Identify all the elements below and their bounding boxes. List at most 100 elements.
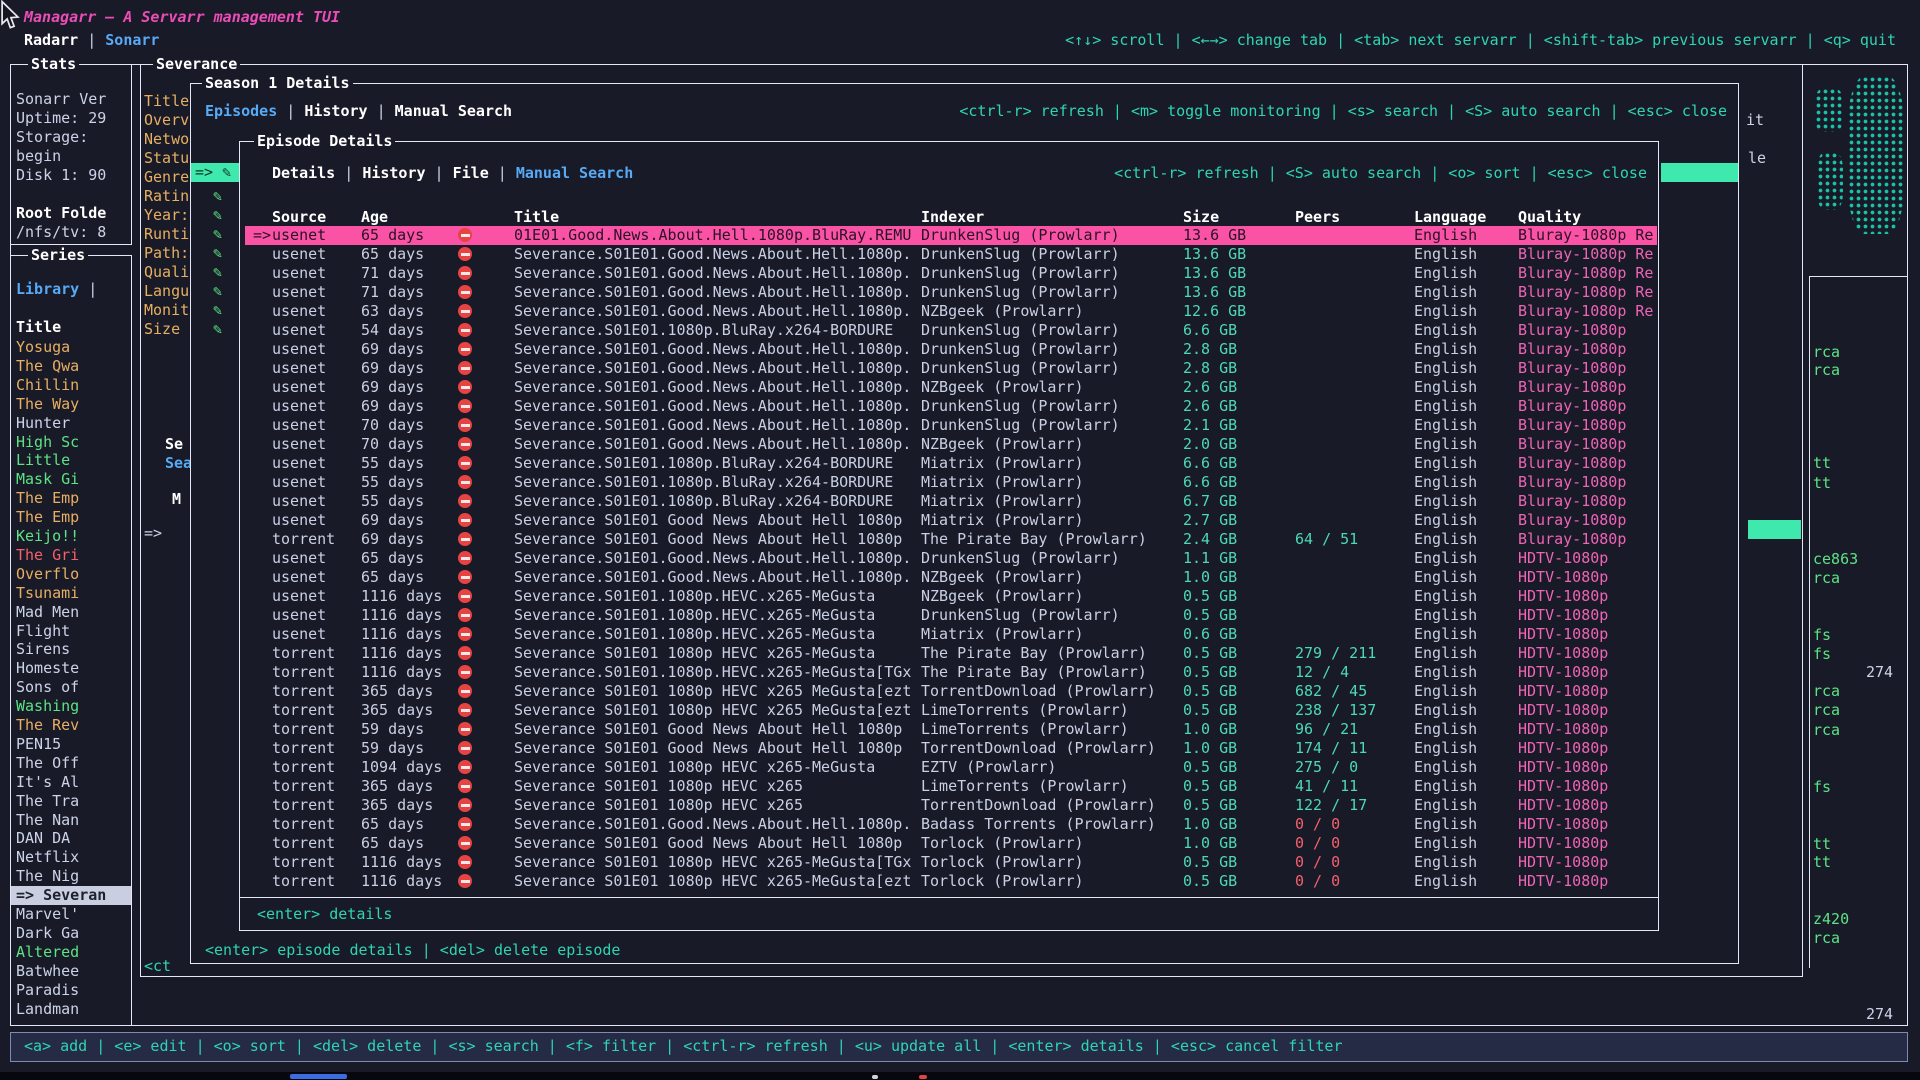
series-field-label: Statu <box>144 149 190 168</box>
series-item[interactable]: Yosuga <box>16 338 70 357</box>
release-row[interactable]: usenet69 daysSeverance.S01E01.Good.News.… <box>245 359 1657 378</box>
series-item[interactable]: The Way <box>16 395 79 414</box>
release-row[interactable]: usenet65 daysSeverance.S01E01.Good.News.… <box>245 245 1657 264</box>
cell-qua: HDTV-1080p <box>1518 758 1608 777</box>
series-item[interactable]: Flight <box>16 622 70 641</box>
series-column-header: Title <box>16 318 61 337</box>
release-row[interactable]: usenet55 daysSeverance.S01E01.1080p.BluR… <box>245 454 1657 473</box>
series-item[interactable]: The Nig <box>16 867 79 886</box>
tab-manual-search[interactable]: Manual Search <box>516 164 633 182</box>
series-item[interactable]: The Tra <box>16 792 79 811</box>
series-item[interactable]: Marvel' <box>16 905 79 924</box>
series-item[interactable]: The Rev <box>16 716 79 735</box>
cell-siz: 2.4 GB <box>1183 530 1237 549</box>
release-row[interactable]: usenet70 daysSeverance.S01E01.Good.News.… <box>245 435 1657 454</box>
series-item[interactable]: Altered <box>16 943 79 962</box>
release-row[interactable]: =>usenet65 days01E01.Good.News.About.Hel… <box>245 226 1657 245</box>
tab-sonarr[interactable]: Sonarr <box>105 31 159 49</box>
release-row[interactable]: usenet69 daysSeverance.S01E01.Good.News.… <box>245 378 1657 397</box>
tab-radarr[interactable]: Radarr <box>24 31 78 49</box>
cell-lng: English <box>1414 226 1477 245</box>
release-row[interactable]: torrent365 daysSeverance S01E01 1080p HE… <box>245 777 1657 796</box>
release-row[interactable]: usenet65 daysSeverance.S01E01.Good.News.… <box>245 568 1657 587</box>
release-row[interactable]: torrent365 daysSeverance S01E01 1080p HE… <box>245 701 1657 720</box>
series-item[interactable]: Paradis <box>16 981 79 1000</box>
release-row[interactable]: usenet55 daysSeverance.S01E01.1080p.BluR… <box>245 492 1657 511</box>
series-item[interactable]: Mask Gi <box>16 470 79 489</box>
tab-file[interactable]: File <box>453 164 489 182</box>
cell-idx: NZBgeek (Prowlarr) <box>921 435 1171 454</box>
release-row[interactable]: torrent1116 daysSeverance S01E01 1080p H… <box>245 644 1657 663</box>
series-item[interactable]: The Gri <box>16 546 79 565</box>
cell-src: torrent <box>272 872 335 891</box>
release-row[interactable]: usenet54 daysSeverance.S01E01.1080p.BluR… <box>245 321 1657 340</box>
series-item[interactable]: Sons of <box>16 678 79 697</box>
series-item[interactable]: Overflo <box>16 565 79 584</box>
series-item[interactable]: Mad Men <box>16 603 79 622</box>
series-item[interactable]: Dark Ga <box>16 924 79 943</box>
release-row[interactable]: torrent59 daysSeverance S01E01 Good News… <box>245 739 1657 758</box>
series-item[interactable]: PEN15 <box>16 735 61 754</box>
cell-src: usenet <box>272 416 326 435</box>
tab-manual-search[interactable]: Manual Search <box>395 102 512 120</box>
series-item[interactable]: Landman <box>16 1000 79 1019</box>
series-item[interactable]: Chillin <box>16 376 79 395</box>
release-row[interactable]: torrent365 daysSeverance S01E01 1080p HE… <box>245 796 1657 815</box>
release-row[interactable]: torrent1094 daysSeverance S01E01 1080p H… <box>245 758 1657 777</box>
release-row[interactable]: usenet63 daysSeverance.S01E01.Good.News.… <box>245 302 1657 321</box>
release-row[interactable]: torrent1116 daysSeverance S01E01 1080p H… <box>245 872 1657 891</box>
series-item[interactable]: Hunter <box>16 414 70 433</box>
release-row[interactable]: usenet71 daysSeverance.S01E01.Good.News.… <box>245 264 1657 283</box>
series-item[interactable]: The Nan <box>16 811 79 830</box>
underlay-fragment: tt <box>1813 454 1831 473</box>
series-item[interactable]: Keijo!! <box>16 527 79 546</box>
release-row[interactable]: usenet1116 daysSeverance.S01E01.1080p.HE… <box>245 606 1657 625</box>
series-item[interactable]: The Emp <box>16 508 79 527</box>
underlay-fragment: tt <box>1813 835 1831 854</box>
series-item[interactable]: Sirens <box>16 640 70 659</box>
tab-library[interactable]: Library <box>16 280 79 298</box>
rejected-icon <box>458 627 472 641</box>
series-field-label: Title <box>144 92 190 111</box>
cell-siz: 0.5 GB <box>1183 644 1237 663</box>
series-item[interactable]: Netflix <box>16 848 79 867</box>
tab-details[interactable]: Details <box>272 164 335 182</box>
series-item[interactable]: Little <box>16 451 70 470</box>
tab-episodes[interactable]: Episodes <box>205 102 277 120</box>
series-item[interactable]: DAN DA <box>16 829 70 848</box>
series-item[interactable]: The Emp <box>16 489 79 508</box>
release-row[interactable]: torrent365 daysSeverance S01E01 1080p HE… <box>245 682 1657 701</box>
series-item[interactable]: It's Al <box>16 773 79 792</box>
release-row[interactable]: torrent1116 daysSeverance S01E01 1080p H… <box>245 853 1657 872</box>
release-row[interactable]: torrent65 daysSeverance.S01E01.Good.News… <box>245 815 1657 834</box>
series-item[interactable]: Homeste <box>16 659 79 678</box>
series-item[interactable]: Tsunami <box>16 584 79 603</box>
series-item[interactable]: The Off <box>16 754 79 773</box>
series-item[interactable]: The Qwa <box>16 357 79 376</box>
series-item[interactable]: Batwhee <box>16 962 79 981</box>
tab-history[interactable]: History <box>362 164 425 182</box>
selected-episode-row-highlight[interactable]: => ✎ <box>191 163 239 182</box>
release-row[interactable]: torrent65 daysSeverance S01E01 Good News… <box>245 834 1657 853</box>
series-item[interactable]: High Sc <box>16 433 79 452</box>
release-row[interactable]: usenet71 daysSeverance.S01E01.Good.News.… <box>245 283 1657 302</box>
release-row[interactable]: torrent59 daysSeverance S01E01 Good News… <box>245 720 1657 739</box>
release-row[interactable]: torrent69 daysSeverance S01E01 Good News… <box>245 530 1657 549</box>
release-row[interactable]: usenet1116 daysSeverance.S01E01.1080p.HE… <box>245 587 1657 606</box>
release-row[interactable]: usenet65 daysSeverance.S01E01.Good.News.… <box>245 549 1657 568</box>
release-row[interactable]: torrent1116 daysSeverance.S01E01.1080p.H… <box>245 663 1657 682</box>
series-item[interactable]: => Severan <box>16 886 106 905</box>
release-row[interactable]: usenet55 daysSeverance.S01E01.1080p.BluR… <box>245 473 1657 492</box>
release-row[interactable]: usenet69 daysSeverance.S01E01.Good.News.… <box>245 340 1657 359</box>
series-item[interactable]: Washing <box>16 697 79 716</box>
cell-src: torrent <box>272 530 335 549</box>
table-footer-divider <box>240 897 1658 898</box>
monitored-icon: ✎ <box>213 263 222 282</box>
release-row[interactable]: usenet69 daysSeverance.S01E01.Good.News.… <box>245 397 1657 416</box>
tab-separator: | <box>79 280 97 298</box>
tab-history[interactable]: History <box>304 102 367 120</box>
cell-src: usenet <box>272 245 326 264</box>
release-row[interactable]: usenet1116 daysSeverance.S01E01.1080p.HE… <box>245 625 1657 644</box>
release-row[interactable]: usenet69 daysSeverance S01E01 Good News … <box>245 511 1657 530</box>
release-row[interactable]: usenet70 daysSeverance.S01E01.Good.News.… <box>245 416 1657 435</box>
